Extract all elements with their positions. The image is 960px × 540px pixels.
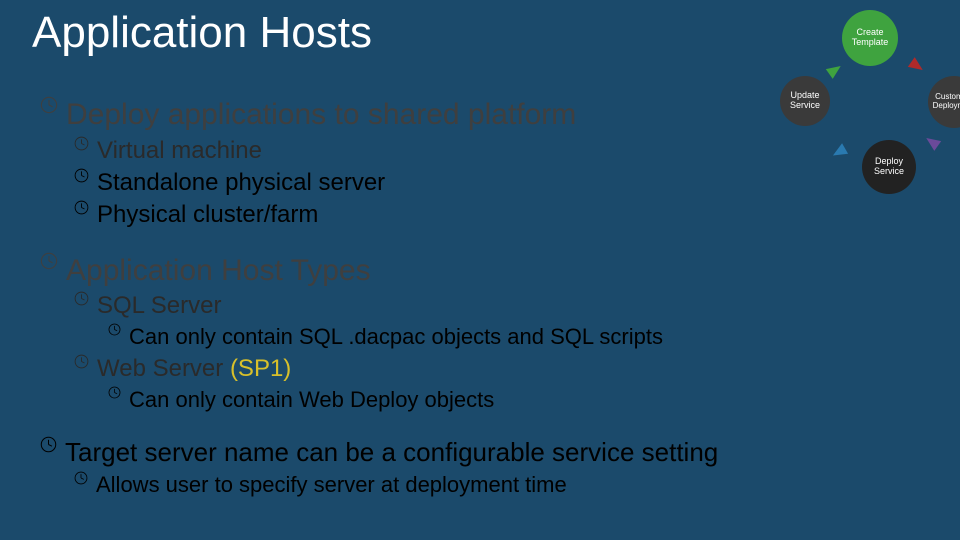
cycle-diagram: Create Template Update Service Deploy Se… (750, 4, 960, 224)
clock-icon (74, 200, 89, 215)
page-title: Application Hosts (32, 8, 372, 58)
list-item: Target server name can be a configurable… (40, 436, 740, 469)
arrow-icon (826, 61, 844, 79)
bullet-text: Can only contain Web Deploy objects (129, 386, 494, 415)
bullet-text: Allows user to specify server at deploym… (96, 471, 567, 500)
list-item: Allows user to specify server at deploym… (74, 471, 740, 500)
bullet-text: Application Host Types (66, 252, 371, 290)
clock-icon (108, 386, 121, 399)
list-item: Physical cluster/farm (74, 200, 740, 230)
cycle-node-create: Create Template (842, 10, 898, 66)
clock-icon (108, 323, 121, 336)
bullet-text-prefix: Web Server (97, 355, 230, 382)
clock-icon (40, 96, 58, 114)
list-item: Web Server (SP1) (74, 354, 740, 384)
arrow-icon (908, 57, 926, 75)
bullet-text-tag: (SP1) (230, 355, 291, 382)
list-item: Can only contain SQL .dacpac objects and… (108, 323, 740, 352)
clock-icon (40, 436, 57, 453)
bullet-text: Physical cluster/farm (97, 200, 318, 230)
clock-icon (74, 168, 89, 183)
list-item: Application Host Types (40, 252, 740, 290)
bullet-text: Deploy applications to shared platform (66, 96, 576, 134)
bullet-text: SQL Server (97, 291, 222, 321)
clock-icon (74, 471, 88, 485)
list-item: Standalone physical server (74, 168, 740, 198)
list-item: Can only contain Web Deploy objects (108, 386, 740, 415)
cycle-node-customize: Customize Deployment (928, 76, 960, 128)
list-item: Deploy applications to shared platform (40, 96, 740, 134)
bullet-text: Can only contain SQL .dacpac objects and… (129, 323, 663, 352)
bullet-text: Target server name can be a configurable… (65, 436, 718, 469)
bullet-text: Web Server (SP1) (97, 354, 291, 384)
list-item: SQL Server (74, 291, 740, 321)
clock-icon (40, 252, 58, 270)
bullet-text: Virtual machine (97, 136, 262, 166)
clock-icon (74, 291, 89, 306)
bullet-text: Standalone physical server (97, 168, 385, 198)
clock-icon (74, 136, 89, 151)
clock-icon (74, 354, 89, 369)
bullet-list: Deploy applications to shared platform V… (40, 90, 740, 501)
arrow-icon (923, 133, 941, 151)
list-item: Virtual machine (74, 136, 740, 166)
cycle-node-deploy: Deploy Service (862, 140, 916, 194)
cycle-node-update: Update Service (780, 76, 830, 126)
arrow-icon (830, 143, 848, 160)
